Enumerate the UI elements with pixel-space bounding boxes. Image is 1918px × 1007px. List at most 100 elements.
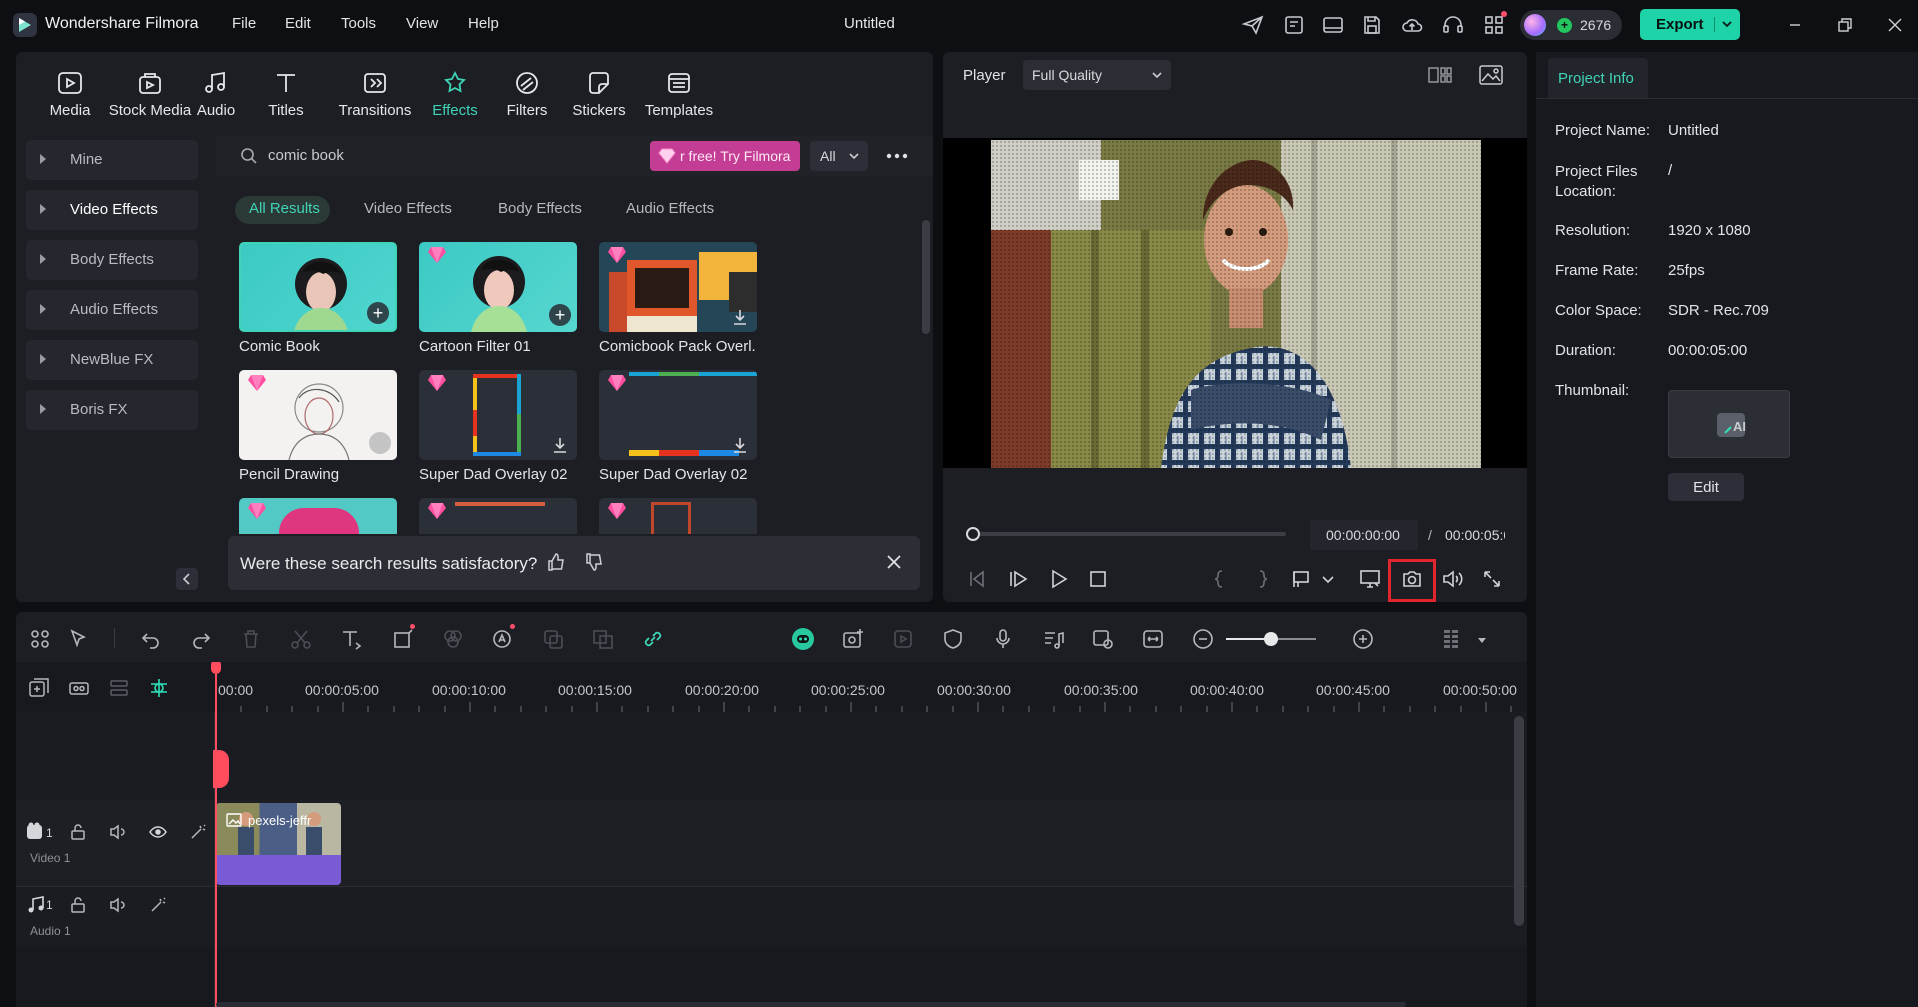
thumbs-up-icon[interactable] [546, 552, 566, 572]
chevron-down-icon[interactable] [1720, 17, 1734, 31]
thumbs-down-icon[interactable] [584, 552, 604, 572]
sidebar-item-video-effects[interactable]: Video Effects [26, 190, 198, 230]
zoom-out-icon[interactable] [1190, 626, 1216, 652]
effect-thumbnail-partial[interactable] [419, 498, 577, 534]
more-options-icon[interactable] [884, 146, 910, 166]
ai-translate-icon[interactable] [590, 626, 616, 652]
microphone-icon[interactable] [990, 626, 1016, 652]
cloud-upload-icon[interactable] [1400, 13, 1424, 37]
stop-icon[interactable] [1086, 567, 1110, 591]
tab-project-info[interactable]: Project Info [1548, 58, 1648, 98]
tab-audio-effects[interactable]: Audio Effects [626, 200, 714, 217]
collapse-sidebar-icon[interactable] [176, 568, 198, 590]
thumbnail-preview[interactable]: AI [1668, 390, 1790, 458]
effect-card[interactable]: + Comic Book [239, 242, 397, 355]
play-frame-icon[interactable] [1006, 567, 1030, 591]
quality-dropdown[interactable]: Full Quality [1023, 60, 1171, 90]
effect-card[interactable]: Pencil Drawing [239, 370, 397, 483]
sidebar-item-audio-effects[interactable]: Audio Effects [26, 290, 198, 330]
ai-image-icon[interactable] [840, 626, 866, 652]
magic-wand-icon[interactable] [188, 822, 208, 842]
layout-icon[interactable] [1321, 13, 1345, 37]
download-icon[interactable] [551, 436, 569, 454]
playhead-marker[interactable] [213, 750, 229, 788]
effect-thumbnail-partial[interactable] [599, 498, 757, 534]
menu-tools[interactable]: Tools [341, 15, 376, 32]
timeline-scrollbar[interactable] [1514, 716, 1524, 926]
apps-grid-icon[interactable] [1482, 11, 1507, 37]
speaker-icon[interactable] [108, 895, 128, 915]
search-input[interactable]: comic book [268, 147, 344, 164]
credits-badge[interactable]: + 2676 [1520, 10, 1622, 40]
restore-icon[interactable] [1832, 12, 1858, 38]
zoom-slider-handle[interactable] [1264, 632, 1278, 646]
mark-in-icon[interactable] [1208, 567, 1232, 591]
sidebar-item-newblue-fx[interactable]: NewBlue FX [26, 340, 198, 380]
save-icon[interactable] [1360, 13, 1384, 37]
lock-icon[interactable] [68, 895, 88, 915]
tab-video-effects[interactable]: Video Effects [364, 200, 452, 217]
current-time-field[interactable]: 00:00:00:00 [1310, 520, 1418, 550]
link-track-icon[interactable] [67, 676, 91, 700]
tab-templates[interactable]: Templates [634, 70, 724, 119]
magnet-snap-icon[interactable] [147, 676, 171, 700]
display-icon[interactable] [1358, 567, 1382, 591]
tab-transitions[interactable]: Transitions [330, 70, 420, 119]
close-icon[interactable] [884, 552, 904, 572]
add-track-icon[interactable] [27, 676, 51, 700]
sidebar-item-boris-fx[interactable]: Boris FX [26, 390, 198, 430]
layout-columns-icon[interactable] [1438, 626, 1464, 652]
image-icon[interactable] [1478, 63, 1504, 87]
zoom-in-icon[interactable] [1350, 626, 1376, 652]
add-effect-icon[interactable]: + [367, 302, 389, 324]
tab-audio[interactable]: Audio [186, 70, 246, 119]
crop-icon[interactable] [390, 624, 416, 652]
effect-thumbnail-partial[interactable] [239, 498, 397, 534]
menu-view[interactable]: View [406, 15, 438, 32]
fullscreen-icon[interactable] [1480, 567, 1504, 591]
snapshot-camera-icon[interactable] [1400, 567, 1424, 591]
insert-marker-icon[interactable] [1290, 567, 1314, 591]
promo-banner[interactable]: r free! Try Filmora [650, 141, 800, 171]
headset-icon[interactable] [1441, 13, 1465, 37]
effect-card[interactable]: Super Dad Overlay 02 [599, 370, 757, 483]
undo-icon[interactable] [138, 626, 164, 652]
tab-body-effects[interactable]: Body Effects [498, 200, 582, 217]
track-manager-icon[interactable] [107, 676, 131, 700]
tab-media[interactable]: Media [25, 70, 115, 119]
menu-edit[interactable]: Edit [285, 15, 311, 32]
eye-icon[interactable] [148, 822, 168, 842]
effect-card[interactable]: Super Dad Overlay 02 [419, 370, 577, 483]
video-preview[interactable] [943, 138, 1527, 468]
redo-icon[interactable] [188, 626, 214, 652]
playhead-head[interactable] [211, 662, 221, 674]
magic-wand-icon[interactable] [148, 895, 168, 915]
ai-tools-icon[interactable] [490, 624, 516, 652]
close-icon[interactable] [1882, 12, 1908, 38]
lock-icon[interactable] [68, 822, 88, 842]
tab-effects[interactable]: Effects [420, 70, 490, 119]
auto-reframe-icon[interactable] [1090, 626, 1116, 652]
tab-stickers[interactable]: Stickers [564, 70, 634, 119]
menu-file[interactable]: File [232, 15, 256, 32]
render-icon[interactable] [890, 626, 916, 652]
previous-frame-icon[interactable] [965, 567, 989, 591]
export-button[interactable]: Export [1640, 9, 1740, 40]
tab-titles[interactable]: Titles [256, 70, 316, 119]
shield-icon[interactable] [940, 626, 966, 652]
motion-icon[interactable] [540, 626, 566, 652]
sidebar-item-mine[interactable]: Mine [26, 140, 198, 180]
effect-card[interactable]: + Cartoon Filter 01 [419, 242, 577, 355]
video-clip[interactable]: pexels-jeffr [216, 803, 341, 885]
fit-timeline-icon[interactable] [1140, 626, 1166, 652]
send-icon[interactable] [1241, 13, 1265, 37]
tab-filters[interactable]: Filters [492, 70, 562, 119]
select-tool-icon[interactable] [66, 626, 92, 652]
layout-grid-icon[interactable] [27, 626, 53, 652]
ai-copilot-icon[interactable] [790, 626, 816, 652]
playback-progress-track[interactable] [970, 532, 1286, 536]
playhead-handle[interactable] [966, 527, 980, 541]
effects-scrollbar[interactable] [922, 220, 930, 334]
timeline-playhead[interactable] [215, 662, 217, 1007]
audio-mixer-icon[interactable] [1040, 626, 1066, 652]
